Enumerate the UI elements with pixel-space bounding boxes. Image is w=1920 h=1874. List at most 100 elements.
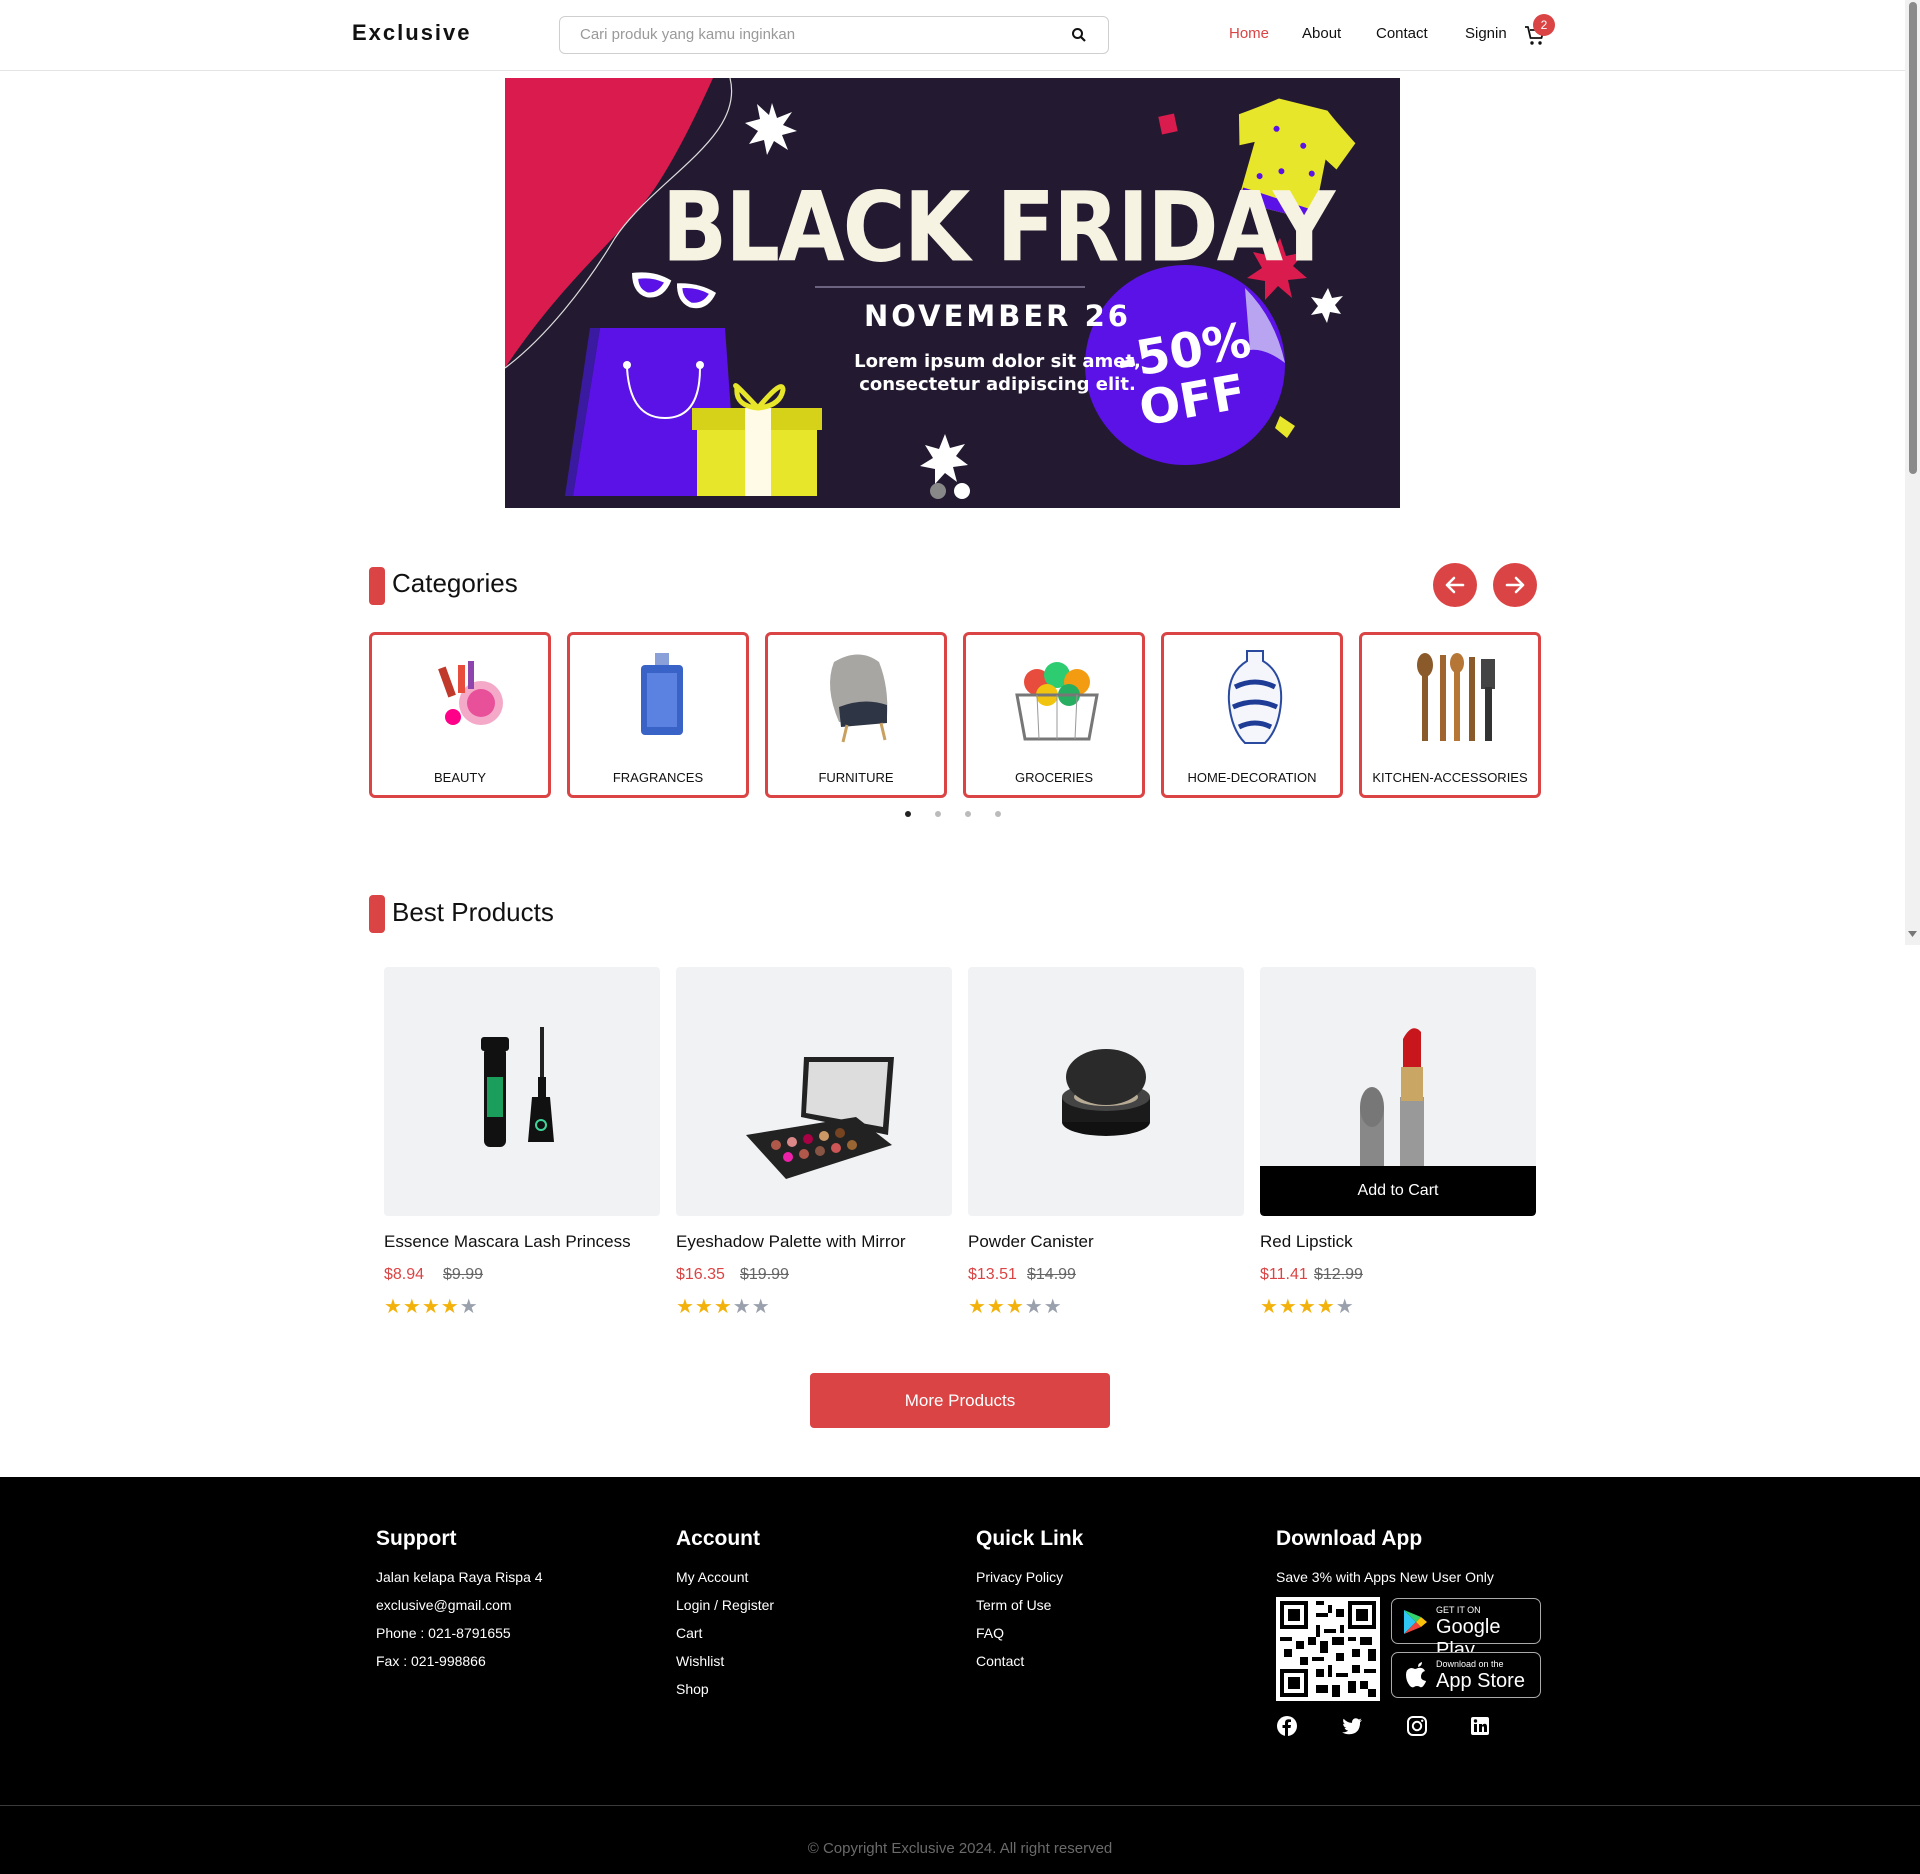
home-decoration-image xyxy=(1227,650,1283,744)
footer-link-login-register[interactable]: Login / Register xyxy=(676,1597,774,1613)
product-name[interactable]: Red Lipstick xyxy=(1260,1232,1353,1252)
footer-phone: Phone : 021-8791655 xyxy=(376,1625,511,1641)
product-old-price: $19.99 xyxy=(740,1266,789,1283)
footer-link-my-account[interactable]: My Account xyxy=(676,1569,748,1585)
product-image-eyeshadow[interactable] xyxy=(676,967,952,1216)
footer-quick-link-title: Quick Link xyxy=(976,1527,1084,1550)
google-play-icon xyxy=(1404,1610,1427,1634)
app-store-button[interactable]: Download on the App Store xyxy=(1391,1652,1541,1698)
scrollbar[interactable] xyxy=(1905,0,1920,945)
category-card-kitchen-accessories[interactable]: KITCHEN-ACCESSORIES xyxy=(1359,632,1541,798)
footer-email[interactable]: exclusive@gmail.com xyxy=(376,1597,512,1613)
product-old-price: $9.99 xyxy=(443,1266,484,1283)
facebook-icon[interactable] xyxy=(1276,1715,1298,1737)
product-price: $13.51 xyxy=(968,1266,1017,1283)
banner-dot-1[interactable] xyxy=(930,483,946,499)
footer: Support Jalan kelapa Raya Rispa 4 exclus… xyxy=(0,1477,1920,1874)
category-card-groceries[interactable]: GROCERIES xyxy=(963,632,1145,798)
fragrances-image xyxy=(641,653,683,735)
footer-link-privacy-policy[interactable]: Privacy Policy xyxy=(976,1569,1063,1585)
banner-pagination xyxy=(930,483,978,504)
search-bar[interactable] xyxy=(559,16,1109,54)
product-old-price: $12.99 xyxy=(1314,1266,1363,1283)
google-play-button[interactable]: GET IT ON Google Play xyxy=(1391,1598,1541,1661)
scrollbar-thumb[interactable] xyxy=(1909,2,1917,474)
logo[interactable]: Exclusive xyxy=(352,20,472,46)
category-card-beauty[interactable]: BEAUTY xyxy=(369,632,551,798)
product-image-powder[interactable] xyxy=(968,967,1244,1216)
app-store-big: App Store xyxy=(1436,1670,1525,1692)
furniture-image xyxy=(830,654,888,743)
linkedin-icon[interactable] xyxy=(1469,1715,1491,1737)
banner-text-line1: Lorem ipsum dolor sit amet, xyxy=(854,351,1141,372)
arrow-right-icon xyxy=(1505,576,1525,594)
category-label: HOME-DECORATION xyxy=(1187,770,1317,785)
category-page-dot-4[interactable] xyxy=(995,811,1001,817)
nav-home[interactable]: Home xyxy=(1229,25,1269,42)
product-image-mascara[interactable] xyxy=(384,967,660,1216)
product-old-price: $14.99 xyxy=(1027,1266,1076,1283)
footer-link-wishlist[interactable]: Wishlist xyxy=(676,1653,724,1669)
category-label: BEAUTY xyxy=(433,770,486,785)
product-rating: ★★★★★ xyxy=(1260,1296,1355,1318)
footer-link-faq[interactable]: FAQ xyxy=(976,1625,1004,1641)
twitter-icon[interactable] xyxy=(1341,1715,1363,1737)
product-rating: ★★★★★ xyxy=(968,1296,1063,1318)
header: Exclusive Home About Contact Signin 2 xyxy=(0,0,1920,71)
footer-link-cart[interactable]: Cart xyxy=(676,1625,702,1641)
product-image-lipstick[interactable]: Add to Cart xyxy=(1260,967,1536,1216)
category-card-home-decoration[interactable]: HOME-DECORATION xyxy=(1161,632,1343,798)
product-name[interactable]: Powder Canister xyxy=(968,1232,1094,1252)
footer-link-term-of-use[interactable]: Term of Use xyxy=(976,1597,1051,1613)
nav-signin[interactable]: Signin xyxy=(1465,25,1507,42)
copyright: © Copyright Exclusive 2024. All right re… xyxy=(807,1840,1113,1857)
eyeshadow-palette-image xyxy=(746,1057,894,1179)
footer-download-title: Download App xyxy=(1276,1527,1423,1550)
banner-title: BLACK FRIDAY xyxy=(661,172,1336,284)
nav-about[interactable]: About xyxy=(1302,25,1341,42)
best-products-marker xyxy=(369,895,385,933)
product-price: $11.41 xyxy=(1260,1266,1308,1283)
categories-prev-button[interactable] xyxy=(1433,563,1477,607)
groceries-image xyxy=(1015,662,1099,741)
discount-badge: -50% OFF xyxy=(1105,312,1270,439)
category-page-dot-2[interactable] xyxy=(935,811,941,817)
kitchen-accessories-image xyxy=(1417,653,1495,741)
more-products-button[interactable]: More Products xyxy=(810,1373,1110,1428)
product-rating: ★★★★★ xyxy=(676,1296,771,1318)
footer-link-shop[interactable]: Shop xyxy=(676,1681,709,1697)
best-products-title: Best Products xyxy=(392,897,554,927)
add-to-cart-button[interactable]: Add to Cart xyxy=(1260,1166,1536,1216)
category-page-dot-1[interactable] xyxy=(905,811,911,817)
category-page-dot-3[interactable] xyxy=(965,811,971,817)
categories-next-button[interactable] xyxy=(1493,563,1537,607)
footer-support-title: Support xyxy=(376,1527,457,1550)
cart-count-badge: 2 xyxy=(1533,14,1555,36)
category-card-fragrances[interactable]: FRAGRANCES xyxy=(567,632,749,798)
banner-divider xyxy=(815,286,1085,288)
footer-fax: Fax : 021-998866 xyxy=(376,1653,486,1669)
category-label: FRAGRANCES xyxy=(612,770,704,785)
search-input[interactable] xyxy=(580,26,1050,43)
category-card-furniture[interactable]: FURNITURE xyxy=(765,632,947,798)
product-rating: ★★★★★ xyxy=(384,1296,479,1318)
banner-text-line2: consectetur adipiscing elit. xyxy=(859,374,1136,395)
search-icon[interactable] xyxy=(1070,26,1088,44)
category-label: GROCERIES xyxy=(1014,770,1093,785)
instagram-icon[interactable] xyxy=(1406,1715,1428,1737)
footer-link-contact[interactable]: Contact xyxy=(976,1653,1024,1669)
product-name[interactable]: Eyeshadow Palette with Mirror xyxy=(676,1232,906,1252)
categories-title: Categories xyxy=(392,568,518,598)
arrow-left-icon xyxy=(1445,576,1465,594)
scroll-down-icon[interactable] xyxy=(1908,930,1917,938)
hero-banner[interactable]: BLACK FRIDAY NOVEMBER 26 Lorem ipsum dol… xyxy=(505,78,1400,508)
product-price: $16.35 xyxy=(676,1266,725,1283)
categories-marker xyxy=(369,567,385,605)
footer-address: Jalan kelapa Raya Rispa 4 xyxy=(376,1569,543,1585)
footer-account-title: Account xyxy=(676,1527,760,1550)
nav-contact[interactable]: Contact xyxy=(1376,25,1428,42)
apple-icon xyxy=(1406,1662,1426,1688)
banner-dot-2[interactable] xyxy=(954,483,970,499)
beauty-image xyxy=(438,661,503,725)
product-name[interactable]: Essence Mascara Lash Princess xyxy=(384,1232,631,1252)
